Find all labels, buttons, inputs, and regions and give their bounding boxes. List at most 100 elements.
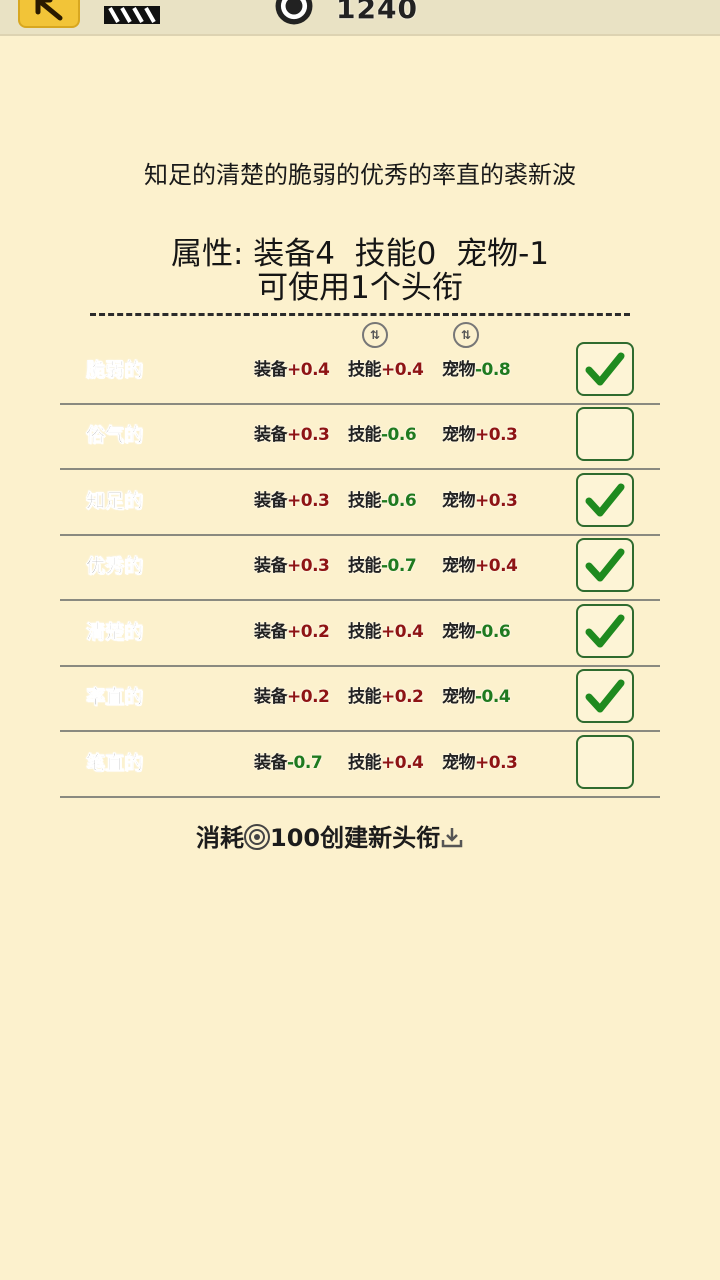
stat-label: 宠物 [442,360,476,380]
stat-value: +0.2 [287,622,330,642]
trait-row[interactable]: 率直的 装备+0.2 技能+0.2 宠物-0.4 [60,665,660,732]
coin-count: 1240 [336,0,418,25]
stat-label: 技能 [348,360,382,380]
dashed-divider [90,313,630,316]
stat-modifier: 装备+0.2 [254,665,330,730]
checkmark-icon [585,614,625,648]
stat-value: +0.3 [287,425,330,445]
stat-value: +0.4 [287,360,330,380]
stat-label: 宠物 [442,425,476,445]
stat-modifier: 宠物+0.3 [442,469,518,534]
top-bar: 1240 [0,0,720,36]
create-title-button[interactable]: 消耗 100创建新头衔 [196,818,464,853]
stat-value: -0.8 [475,360,511,380]
stat-label: 技能 [348,687,382,707]
stat-label: 装备 [254,491,288,511]
stat-value: -0.7 [381,556,417,576]
stat-label: 装备 [254,622,288,642]
stat-modifier: 宠物+0.3 [442,403,518,468]
stat-label: 装备 [254,360,288,380]
stat-modifier: 宠物+0.4 [442,534,518,599]
usable-titles-count: 可使用1个头衔 [257,270,463,306]
checkmark-icon [585,352,625,386]
checkmark-icon [585,483,625,517]
stat-label: 装备 [254,753,288,773]
trait-row[interactable]: 知足的 装备+0.3 技能-0.6 宠物+0.3 [60,469,660,536]
stat-value: +0.4 [475,556,518,576]
trait-checkbox[interactable] [576,669,634,723]
stat-label: 宠物 [442,556,476,576]
create-prefix: 消耗 [196,824,244,852]
stat-value: -0.6 [475,622,511,642]
stat-modifier: 技能+0.4 [348,600,424,665]
stat-label: 宠物 [442,622,476,642]
stat-modifier: 技能-0.6 [348,403,417,468]
trait-checkbox[interactable] [576,735,634,789]
trait-name: 清楚的 [86,621,144,644]
stat-label: 宠物 [442,687,476,707]
stat-label: 装备 [254,687,288,707]
stat-value: -0.4 [475,687,511,707]
stat-modifier: 宠物-0.8 [442,338,511,403]
stat-label: 宠物 [442,753,476,773]
current-title: 知足的清楚的脆弱的优秀的率直的裘新波 [144,161,576,189]
stat-value: +0.3 [475,753,518,773]
stat-value: -0.7 [287,753,323,773]
trait-checkbox[interactable] [576,538,634,592]
stat-value: +0.4 [381,622,424,642]
stat-value: +0.2 [381,687,424,707]
stat-modifier: 装备+0.2 [254,600,330,665]
trait-row[interactable]: 优秀的 装备+0.3 技能-0.7 宠物+0.4 [60,534,660,601]
stat-modifier: 宠物-0.6 [442,600,511,665]
coin-icon [275,0,313,25]
stat-modifier: 技能+0.4 [348,338,424,403]
stat-label: 技能 [348,753,382,773]
trait-name: 脆弱的 [86,359,144,382]
stat-modifier: 技能-0.7 [348,534,417,599]
coin-icon [244,824,270,850]
stat-modifier: 装备+0.3 [254,403,330,468]
trait-checkbox[interactable] [576,473,634,527]
checkmark-icon [585,548,625,582]
stat-label: 技能 [348,491,382,511]
stat-value: +0.2 [287,687,330,707]
create-suffix: 创建新头衔 [320,824,441,852]
stat-value: +0.3 [475,491,518,511]
stat-label: 装备 [254,425,288,445]
trait-row[interactable]: 俗气的 装备+0.3 技能-0.6 宠物+0.3 [60,403,660,470]
back-button[interactable] [18,0,80,28]
stat-modifier: 装备+0.4 [254,338,330,403]
stat-label: 技能 [348,425,382,445]
stat-modifier: 技能+0.4 [348,731,424,796]
create-cost: 100 [270,824,321,852]
stat-value: +0.3 [475,425,518,445]
back-arrow-icon [35,0,63,21]
stat-label: 宠物 [442,491,476,511]
stat-value: +0.3 [287,556,330,576]
trait-checkbox[interactable] [576,342,634,396]
download-icon [441,828,463,848]
stat-modifier: 装备-0.7 [254,731,323,796]
stat-value: -0.6 [381,425,417,445]
stat-modifier: 技能+0.2 [348,665,424,730]
stat-value: +0.3 [287,491,330,511]
stat-value: -0.6 [381,491,417,511]
checkmark-icon [585,679,625,713]
stat-label: 装备 [254,556,288,576]
stat-modifier: 宠物-0.4 [442,665,511,730]
stat-modifier: 宠物+0.3 [442,731,518,796]
clapperboard-icon[interactable] [102,4,162,26]
stat-modifier: 技能-0.6 [348,469,417,534]
trait-row[interactable]: 清楚的 装备+0.2 技能+0.4 宠物-0.6 [60,600,660,667]
trait-name: 优秀的 [86,555,144,578]
trait-row[interactable]: 笔直的 装备-0.7 技能+0.4 宠物+0.3 [60,731,660,798]
stat-value: +0.4 [381,753,424,773]
stat-modifier: 装备+0.3 [254,534,330,599]
trait-name: 率直的 [86,686,144,709]
stat-value: +0.4 [381,360,424,380]
stat-label: 技能 [348,556,382,576]
stat-label: 技能 [348,622,382,642]
trait-row[interactable]: 脆弱的 装备+0.4 技能+0.4 宠物-0.8 [60,338,660,405]
trait-checkbox[interactable] [576,407,634,461]
trait-checkbox[interactable] [576,604,634,658]
